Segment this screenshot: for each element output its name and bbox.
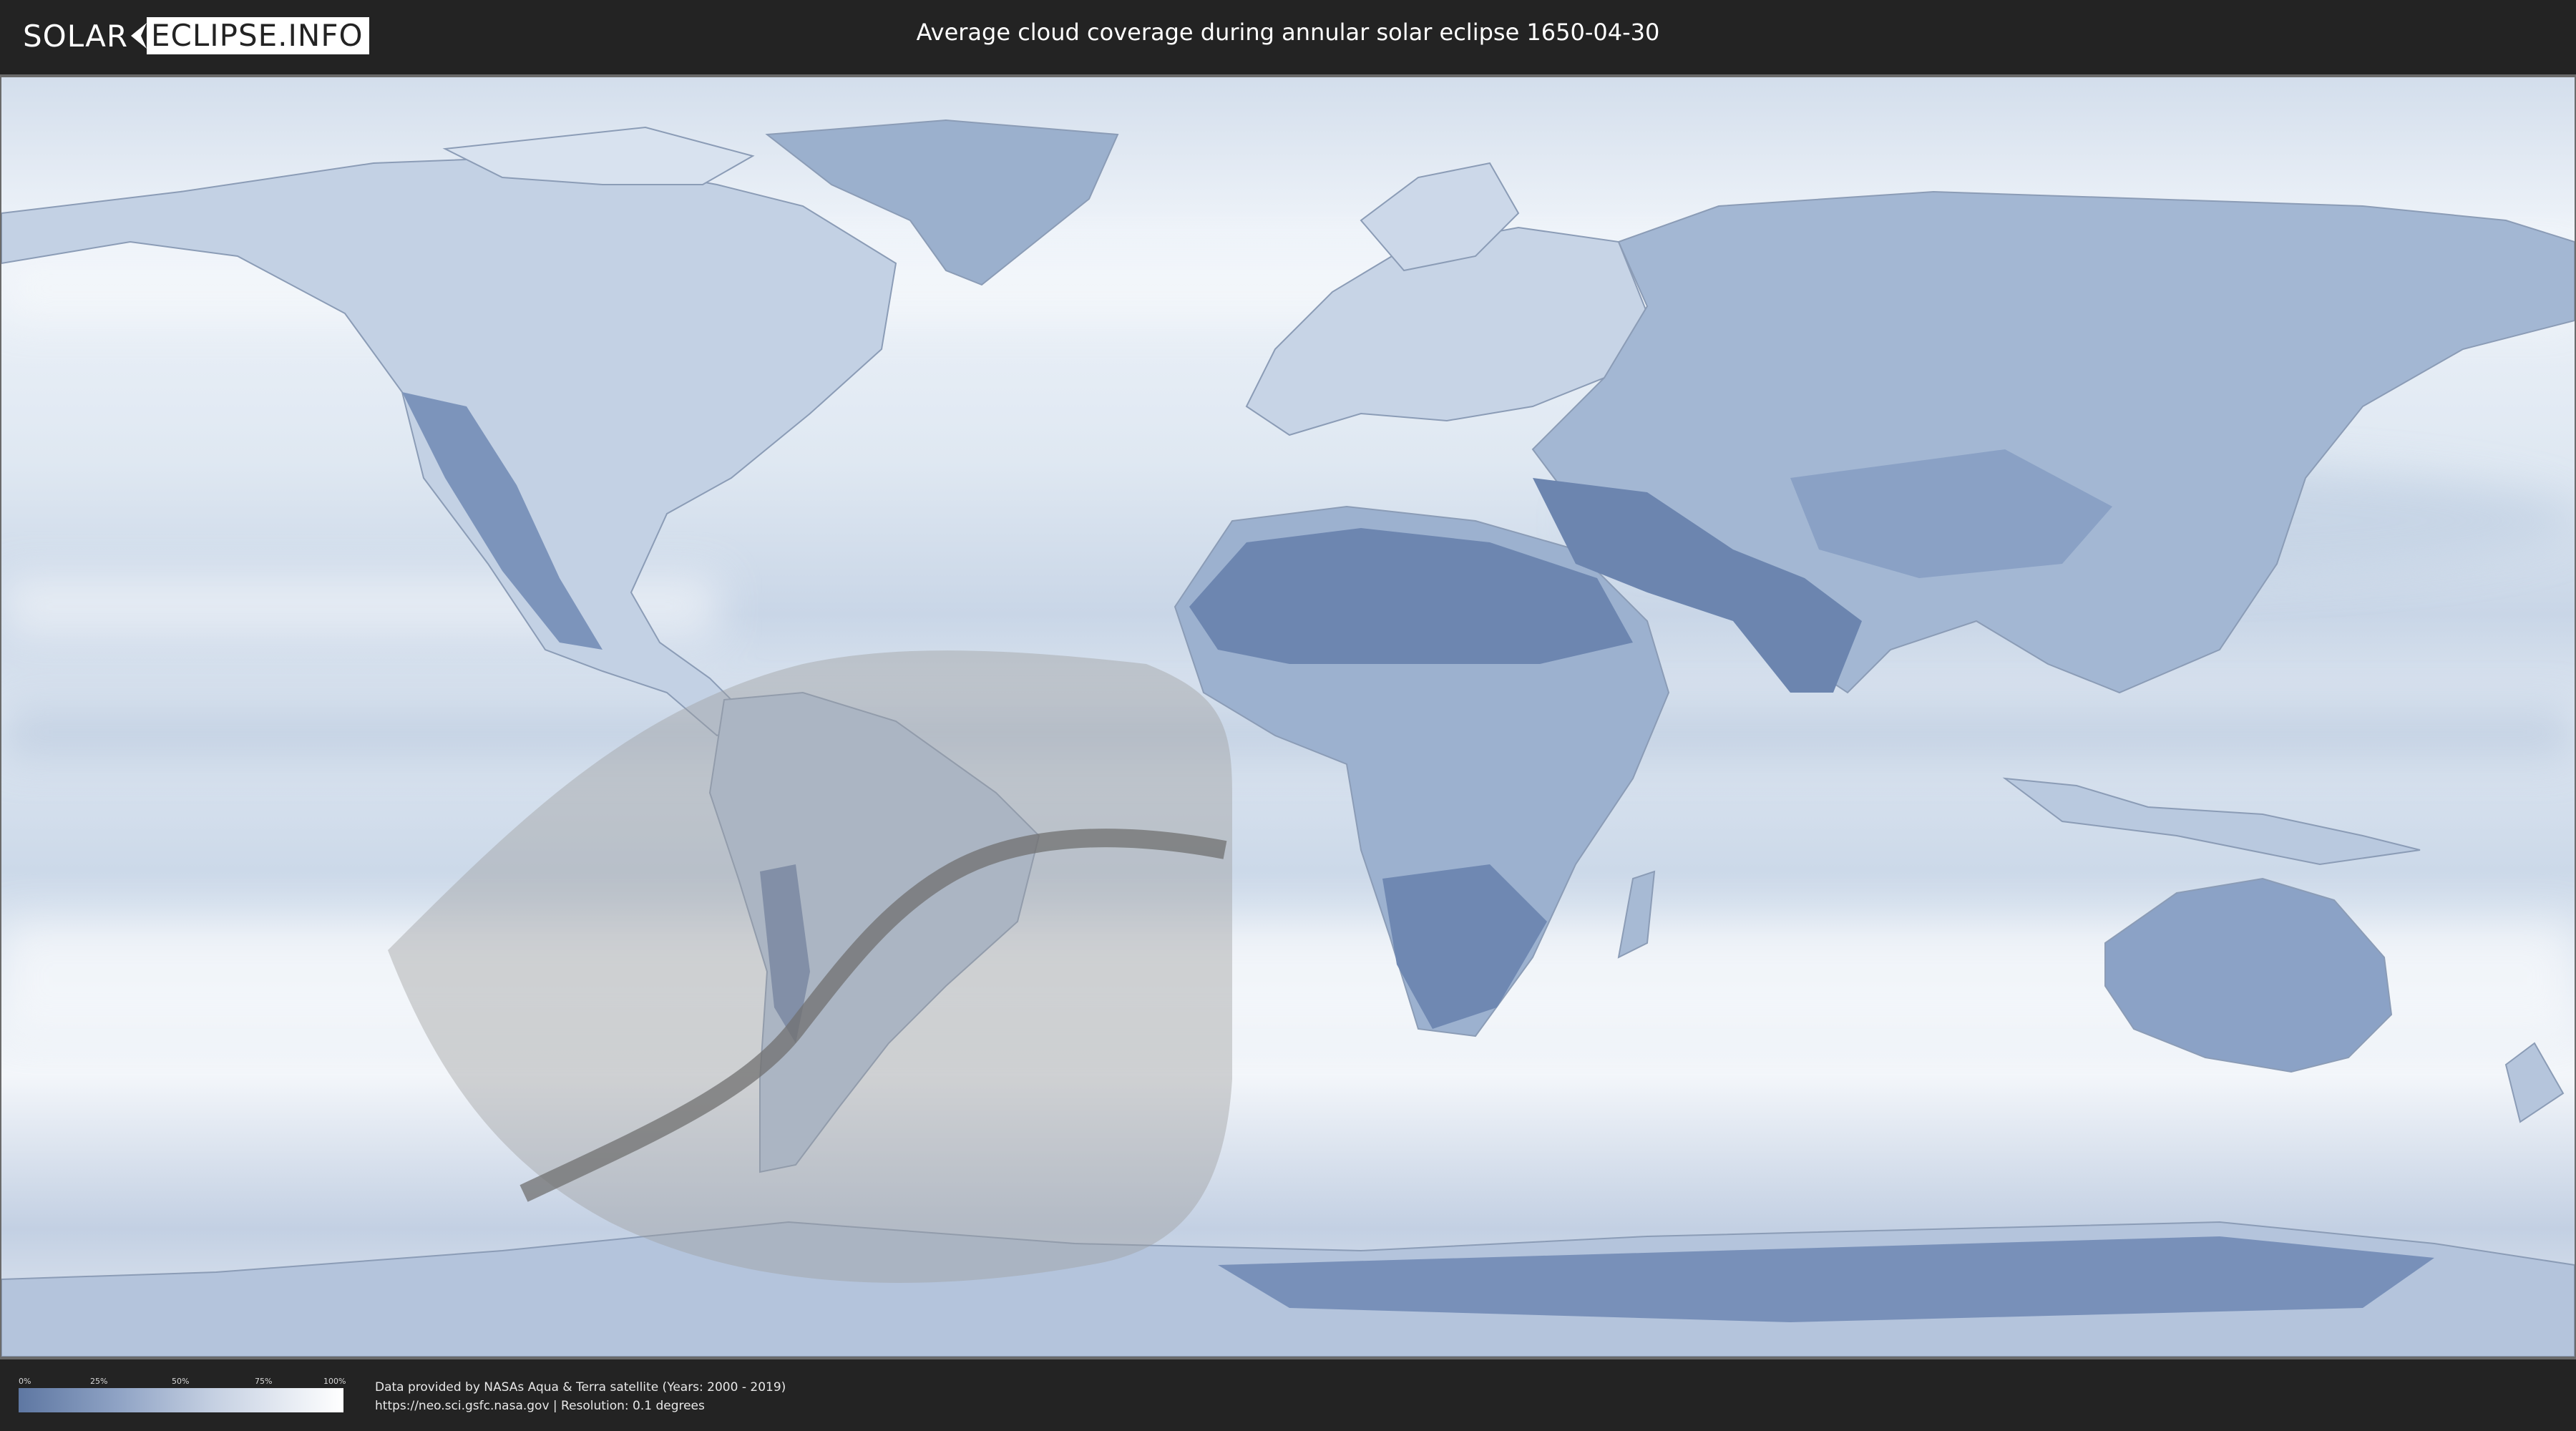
legend-tick-25: 25% xyxy=(90,1377,108,1386)
credit-line-url[interactable]: https://neo.sci.gsfc.nasa.gov | Resoluti… xyxy=(375,1397,786,1415)
legend-tick-100: 100% xyxy=(323,1377,346,1386)
header: SOLAR ECLIPSE.INFO Average cloud coverag… xyxy=(0,0,2576,70)
legend-tick-50: 50% xyxy=(172,1377,190,1386)
data-credits: Data provided by NASAs Aqua & Terra sate… xyxy=(375,1378,786,1415)
credit-line-source: Data provided by NASAs Aqua & Terra sate… xyxy=(375,1380,786,1395)
page-title: Average cloud coverage during annular so… xyxy=(916,19,1660,46)
legend-tick-0: 0% xyxy=(19,1377,31,1386)
legend-tick-75: 75% xyxy=(255,1377,273,1386)
cloud-coverage-map[interactable] xyxy=(1,77,2575,1357)
page: SOLAR ECLIPSE.INFO Average cloud coverag… xyxy=(0,0,2576,1431)
cloud-coverage-legend: 0% 25% 50% 75% 100% xyxy=(19,1377,346,1414)
legend-gradient-bar xyxy=(19,1388,343,1412)
